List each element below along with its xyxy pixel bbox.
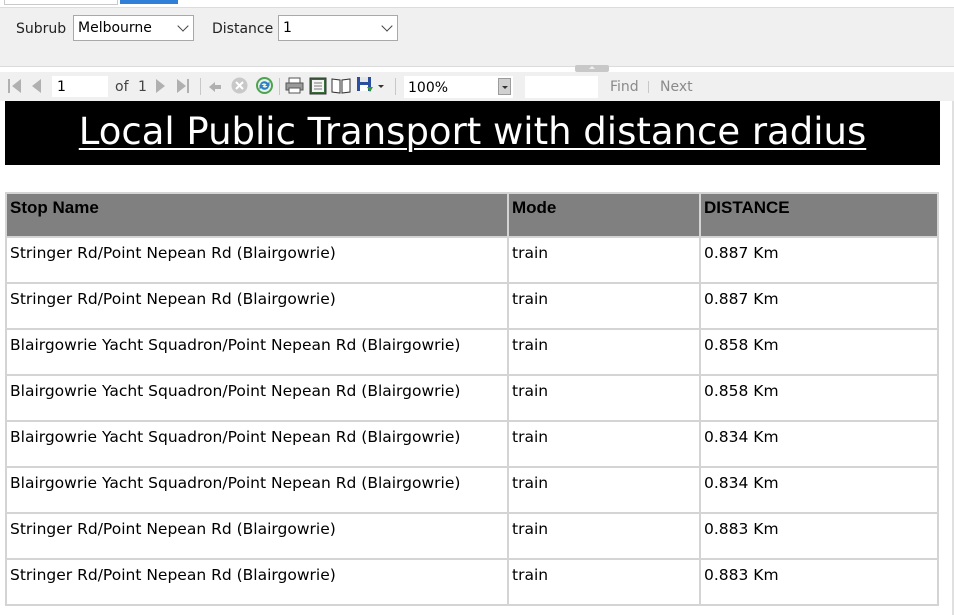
- chevron-down-icon: [381, 20, 393, 32]
- distance-cell: 0.883 Km: [699, 512, 939, 560]
- find-input[interactable]: [525, 76, 598, 98]
- stop-name-cell: Stringer Rd/Point Nepean Rd (Blairgowrie…: [5, 282, 509, 330]
- column-header-distance: DISTANCE: [699, 192, 939, 238]
- mode-cell: train: [507, 558, 701, 606]
- stop-name-cell: Stringer Rd/Point Nepean Rd (Blairgowrie…: [5, 512, 509, 560]
- distance-cell: 0.887 Km: [699, 282, 939, 330]
- column-header-mode: Mode: [507, 192, 701, 238]
- tab-active-indicator[interactable]: [120, 0, 178, 4]
- chevron-down-icon[interactable]: [498, 78, 511, 95]
- mode-cell: train: [507, 282, 701, 330]
- results-table: Stop Name Mode DISTANCE Stringer Rd/Poin…: [5, 192, 939, 606]
- report-title: Local Public Transport with distance rad…: [78, 110, 867, 153]
- next-link[interactable]: Next: [660, 79, 693, 95]
- stop-icon[interactable]: [231, 77, 248, 94]
- mode-cell: train: [507, 420, 701, 468]
- table-row: Blairgowrie Yacht Squadron/Point Nepean …: [5, 420, 939, 468]
- report-toolbar: 1 of 1 100% Find Next: [0, 72, 954, 101]
- table-row: Stringer Rd/Point Nepean Rd (Blairgowrie…: [5, 236, 939, 284]
- column-header-stop-name: Stop Name: [5, 192, 509, 238]
- mode-cell: train: [507, 374, 701, 422]
- mode-cell: train: [507, 466, 701, 514]
- toolbar-separator: [200, 78, 201, 95]
- print-layout-icon[interactable]: [309, 77, 327, 95]
- toolbar-separator: [648, 81, 649, 93]
- prev-page-icon[interactable]: [32, 79, 46, 93]
- zoom-value: 100%: [408, 80, 449, 96]
- export-save-icon[interactable]: [356, 77, 373, 93]
- top-tab-strip: [0, 0, 954, 6]
- report-title-banner: Local Public Transport with distance rad…: [5, 101, 940, 165]
- table-header-row: Stop Name Mode DISTANCE: [5, 192, 939, 238]
- table-row: Blairgowrie Yacht Squadron/Point Nepean …: [5, 374, 939, 422]
- table-row: Blairgowrie Yacht Squadron/Point Nepean …: [5, 466, 939, 514]
- export-dropdown-icon[interactable]: [377, 79, 385, 93]
- suburb-select-value: Melbourne: [78, 20, 152, 36]
- page-setup-icon[interactable]: [331, 78, 351, 94]
- distance-cell: 0.858 Km: [699, 328, 939, 376]
- distance-label: Distance: [212, 21, 274, 37]
- stop-name-cell: Stringer Rd/Point Nepean Rd (Blairgowrie…: [5, 558, 509, 606]
- mode-cell: train: [507, 328, 701, 376]
- collapse-parameters-handle[interactable]: [575, 65, 609, 72]
- print-icon[interactable]: [285, 77, 304, 94]
- distance-select[interactable]: 1: [278, 15, 398, 41]
- stop-name-cell: Stringer Rd/Point Nepean Rd (Blairgowrie…: [5, 236, 509, 284]
- tab-left[interactable]: [4, 0, 118, 5]
- suburb-select[interactable]: Melbourne: [73, 15, 194, 41]
- distance-select-value: 1: [283, 20, 292, 36]
- suburb-label: Subrub: [16, 21, 67, 37]
- mode-cell: train: [507, 236, 701, 284]
- distance-cell: 0.834 Km: [699, 420, 939, 468]
- stop-name-cell: Blairgowrie Yacht Squadron/Point Nepean …: [5, 328, 509, 376]
- page-of-label: of: [115, 79, 129, 95]
- first-page-icon[interactable]: [8, 79, 22, 93]
- stop-name-cell: Blairgowrie Yacht Squadron/Point Nepean …: [5, 466, 509, 514]
- distance-cell: 0.887 Km: [699, 236, 939, 284]
- zoom-select[interactable]: 100%: [404, 76, 513, 98]
- refresh-icon[interactable]: [255, 77, 273, 94]
- toolbar-separator: [395, 78, 396, 95]
- last-page-icon[interactable]: [177, 79, 191, 93]
- stop-name-cell: Blairgowrie Yacht Squadron/Point Nepean …: [5, 420, 509, 468]
- distance-cell: 0.883 Km: [699, 558, 939, 606]
- parameter-bar: Subrub Melbourne Distance 1: [0, 7, 954, 67]
- toolbar-separator: [279, 78, 280, 95]
- table-row: Stringer Rd/Point Nepean Rd (Blairgowrie…: [5, 512, 939, 560]
- back-icon[interactable]: [208, 79, 222, 93]
- distance-cell: 0.858 Km: [699, 374, 939, 422]
- mode-cell: train: [507, 512, 701, 560]
- page-number-input[interactable]: 1: [52, 76, 108, 97]
- table-row: Blairgowrie Yacht Squadron/Point Nepean …: [5, 328, 939, 376]
- chevron-down-icon: [177, 20, 189, 32]
- stop-name-cell: Blairgowrie Yacht Squadron/Point Nepean …: [5, 374, 509, 422]
- find-link[interactable]: Find: [610, 79, 639, 95]
- table-row: Stringer Rd/Point Nepean Rd (Blairgowrie…: [5, 558, 939, 606]
- next-page-icon[interactable]: [156, 79, 170, 93]
- table-row: Stringer Rd/Point Nepean Rd (Blairgowrie…: [5, 282, 939, 330]
- distance-cell: 0.834 Km: [699, 466, 939, 514]
- page-total: 1: [138, 79, 147, 95]
